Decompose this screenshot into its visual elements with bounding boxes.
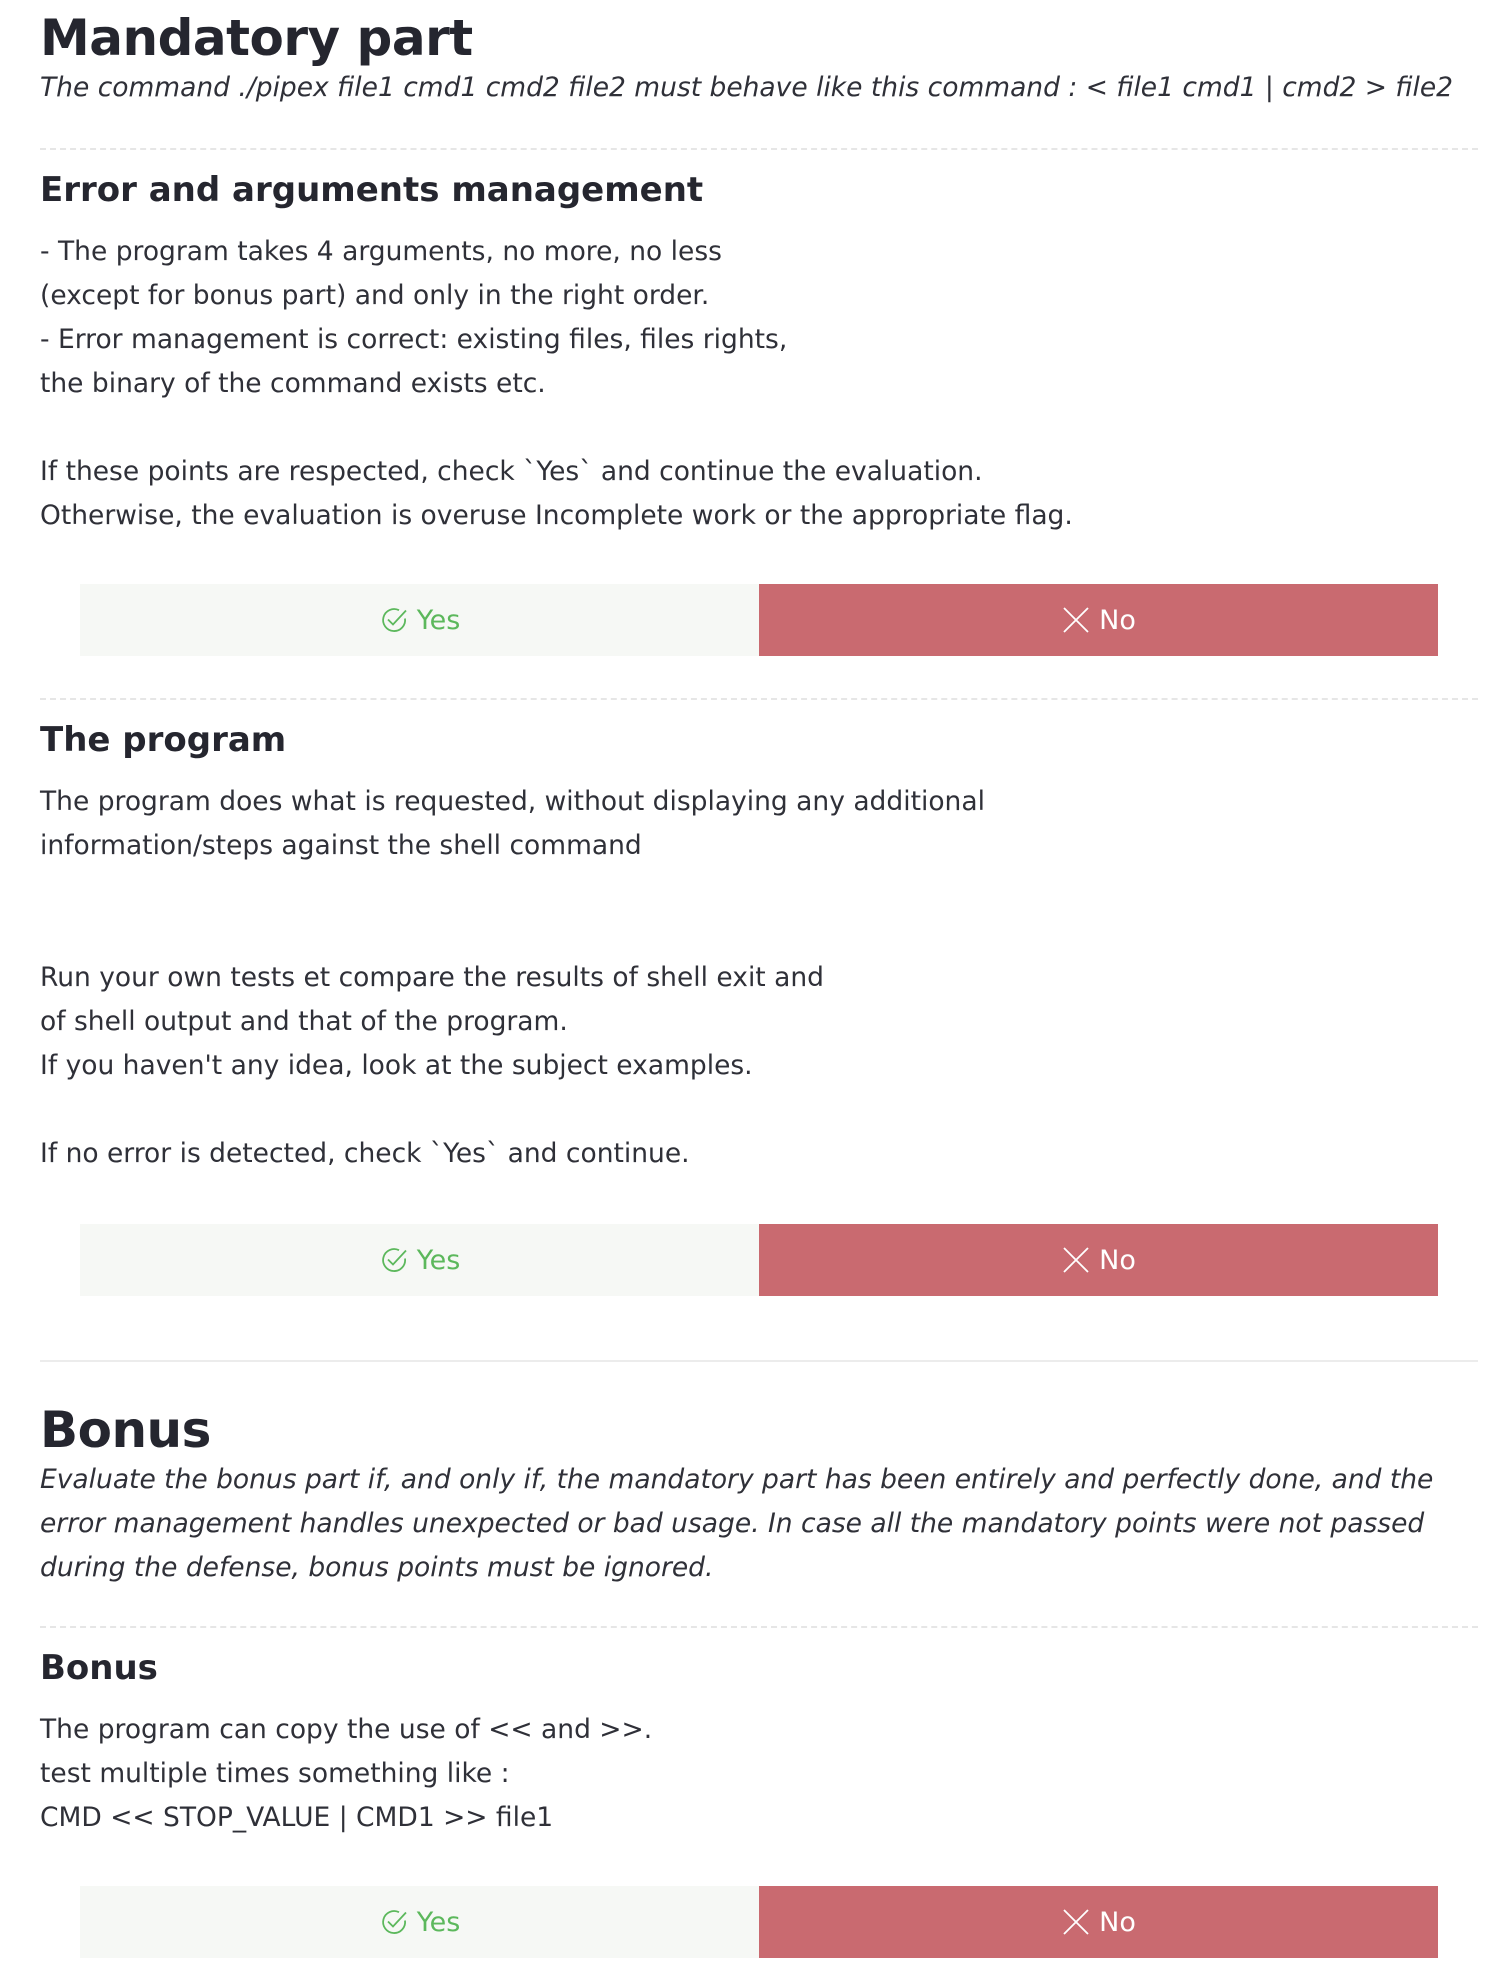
question-error-management: Error and arguments management - The pro… xyxy=(40,168,1478,538)
no-button[interactable]: No xyxy=(759,1886,1438,1958)
question-title: Bonus xyxy=(40,1648,158,1688)
question-body: The program does what is requested, with… xyxy=(40,786,985,1169)
answer-row-3: Yes No xyxy=(80,1886,1438,1958)
bonus-title: Bonus xyxy=(40,1401,211,1459)
mandatory-title: Mandatory part xyxy=(40,9,473,67)
close-icon xyxy=(1063,1909,1089,1935)
question-title: The program xyxy=(40,720,287,760)
no-label: No xyxy=(1099,1906,1136,1938)
yes-label: Yes xyxy=(416,1244,461,1276)
divider xyxy=(40,698,1478,700)
bonus-section-header: Bonus Evaluate the bonus part if, and on… xyxy=(40,1400,1478,1590)
bonus-description: Evaluate the bonus part if, and only if,… xyxy=(40,1464,1434,1583)
no-button[interactable]: No xyxy=(759,1224,1438,1296)
yes-button[interactable]: Yes xyxy=(80,584,759,656)
mandatory-description: The command ./pipex file1 cmd1 cmd2 file… xyxy=(40,72,1454,103)
yes-label: Yes xyxy=(416,1906,461,1938)
no-label: No xyxy=(1099,604,1136,636)
yes-button[interactable]: Yes xyxy=(80,1224,759,1296)
evaluation-page: Mandatory part The command ./pipex file1… xyxy=(0,0,1488,1988)
check-circle-icon xyxy=(381,1910,407,1934)
section-divider xyxy=(40,1360,1478,1362)
divider xyxy=(40,148,1478,150)
mandatory-section-header: Mandatory part The command ./pipex file1… xyxy=(40,8,1478,110)
no-label: No xyxy=(1099,1244,1136,1276)
question-body: - The program takes 4 arguments, no more… xyxy=(40,236,1073,531)
check-circle-icon xyxy=(381,608,407,632)
answer-row-1: Yes No xyxy=(80,584,1438,656)
close-icon xyxy=(1063,1247,1089,1273)
answer-row-2: Yes No xyxy=(80,1224,1438,1296)
yes-button[interactable]: Yes xyxy=(80,1886,759,1958)
question-bonus: Bonus The program can copy the use of <<… xyxy=(40,1646,1478,1840)
question-the-program: The program The program does what is req… xyxy=(40,718,1478,1176)
divider xyxy=(40,1626,1478,1628)
no-button[interactable]: No xyxy=(759,584,1438,656)
check-circle-icon xyxy=(381,1248,407,1272)
close-icon xyxy=(1063,607,1089,633)
question-title: Error and arguments management xyxy=(40,170,704,210)
question-body: The program can copy the use of << and >… xyxy=(40,1714,653,1833)
yes-label: Yes xyxy=(416,604,461,636)
